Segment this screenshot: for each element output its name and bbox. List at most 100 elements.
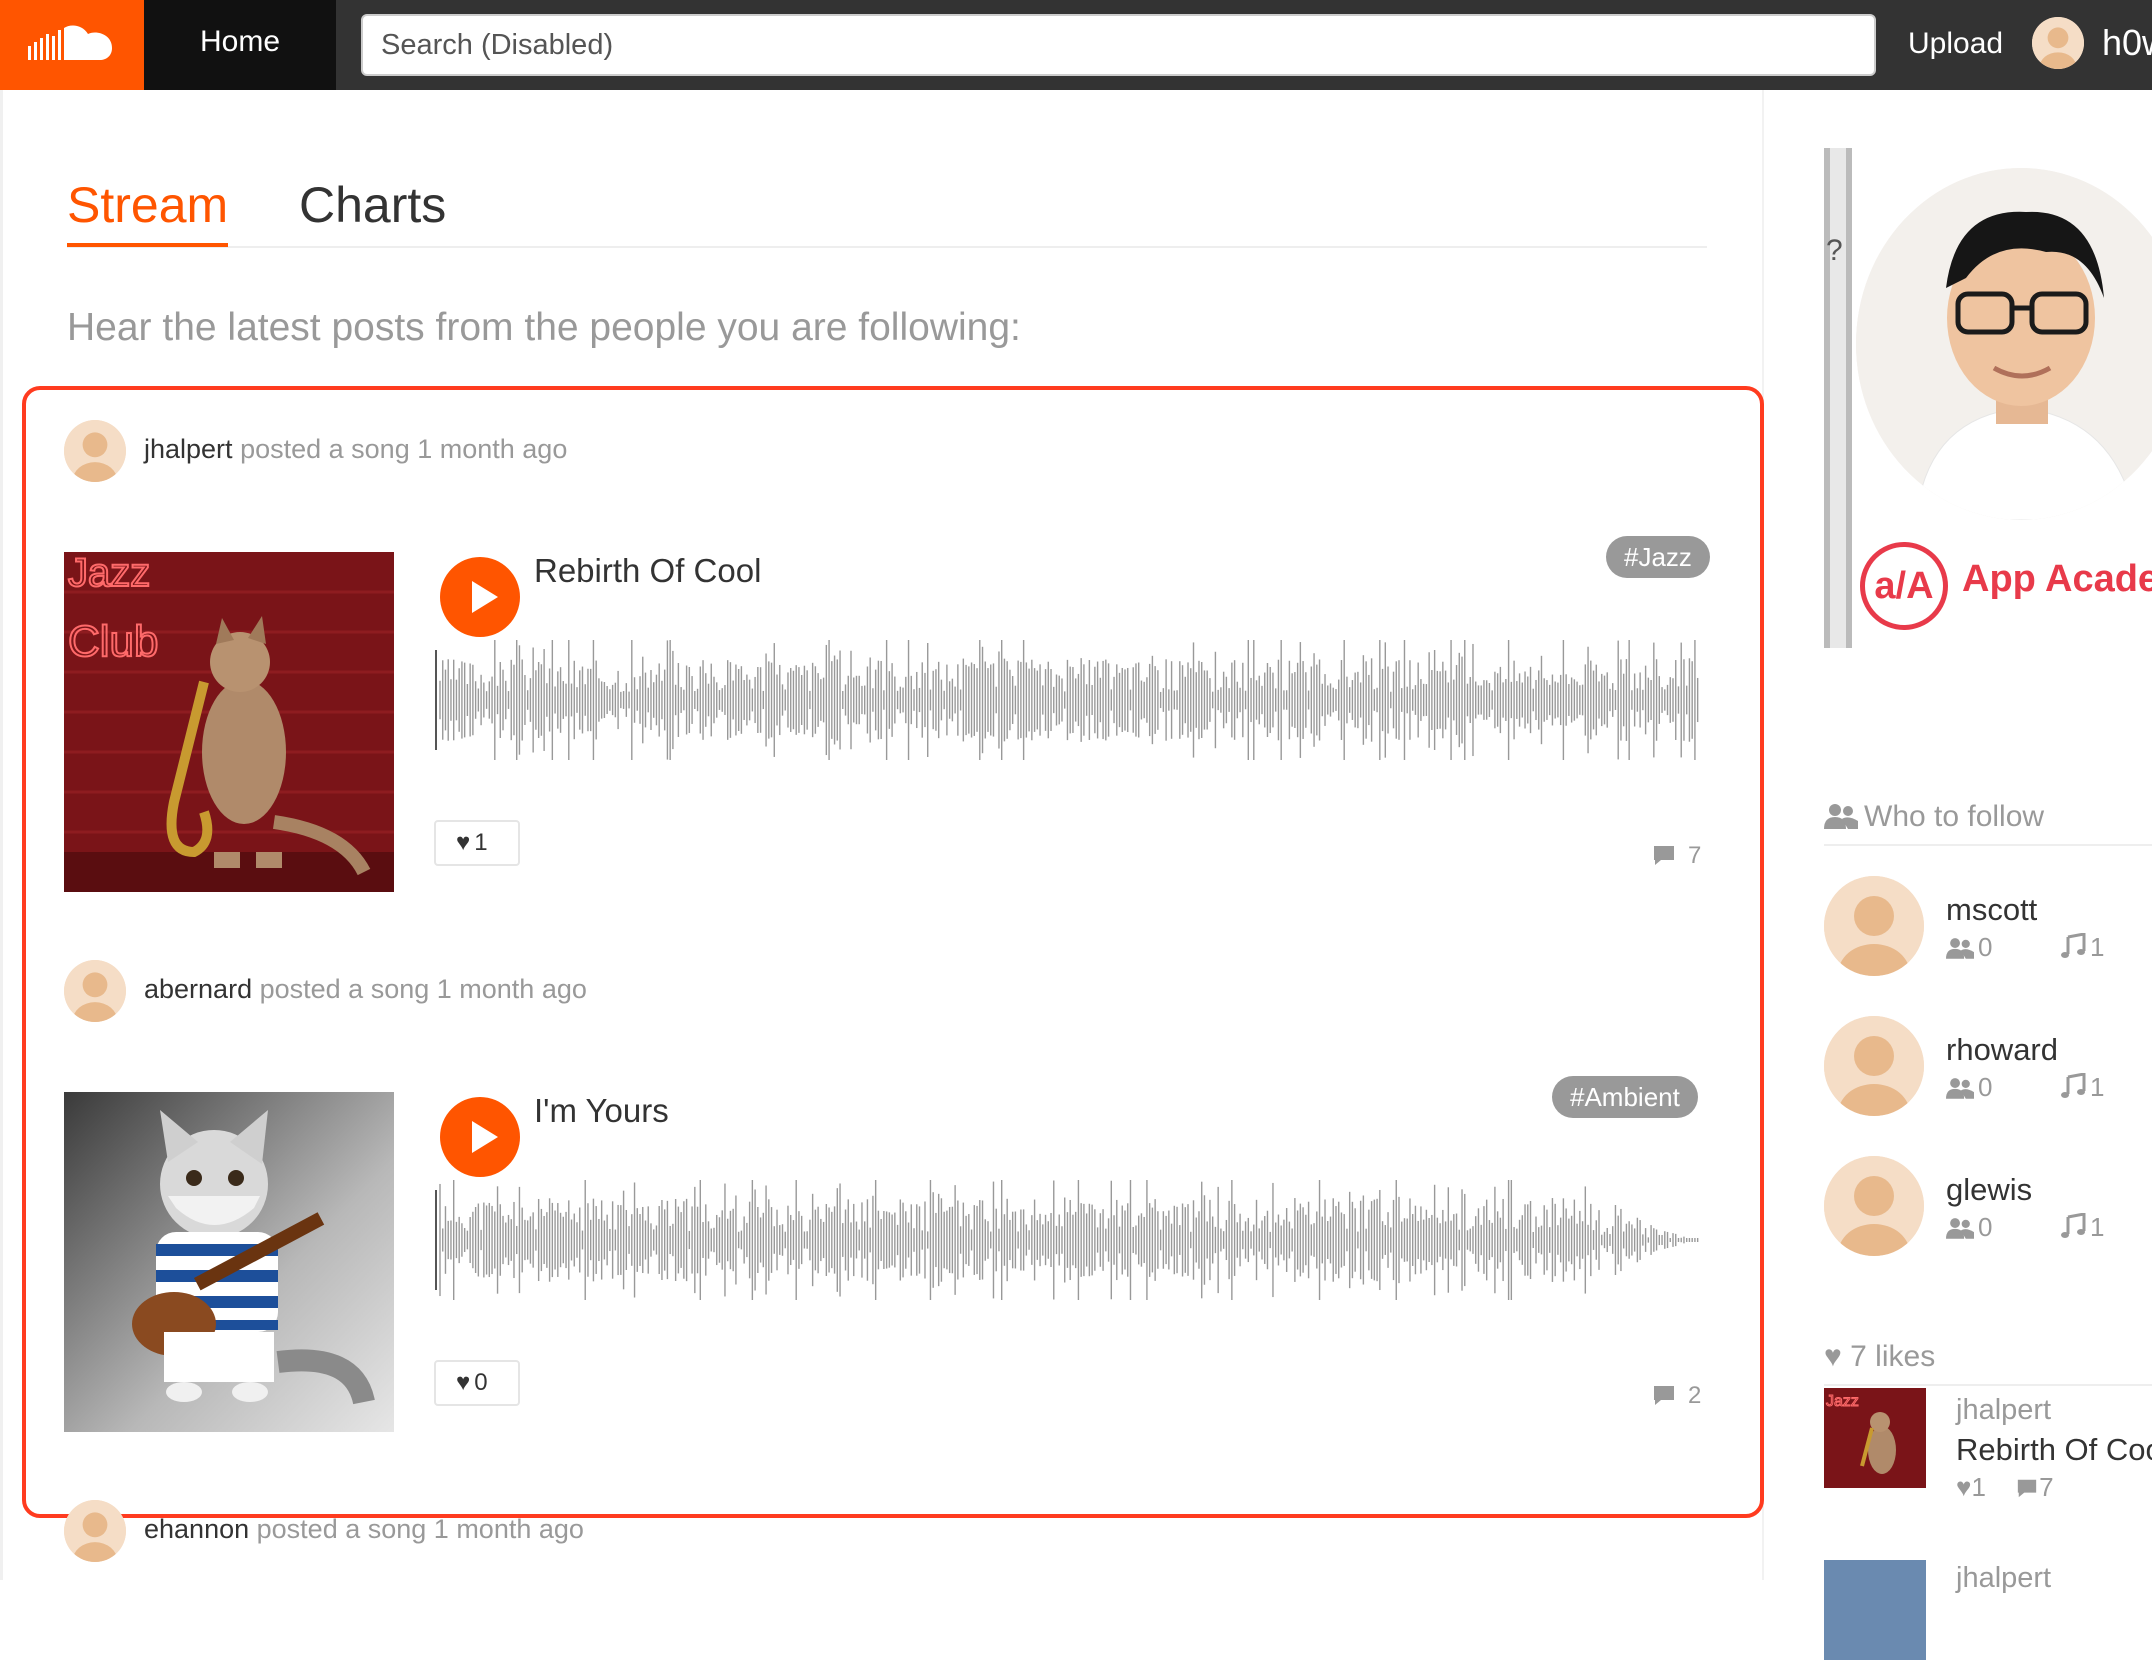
tracks-count: 1 [2060,1212,2104,1243]
heart-icon: ♥ [1956,1472,1972,1502]
liked-track-artwork[interactable] [1824,1560,1926,1660]
comment-count-value: 7 [1688,842,1702,869]
tracks-value: 1 [2090,932,2105,962]
avatar[interactable] [1824,1016,1924,1116]
post-action: posted a song [256,1514,427,1544]
users-icon [1824,804,1858,829]
post-username[interactable]: abernard [144,974,252,1004]
track-artwork-ukulele-cat[interactable] [64,1092,394,1432]
heart-icon: ♥ [1824,1340,1842,1373]
track-title[interactable]: I'm Yours [534,1092,669,1130]
like-count: 1 [474,829,488,856]
app-academy-logo-icon: a/A [1860,542,1948,630]
like-count: 0 [474,1369,488,1396]
post-username[interactable]: ehannon [144,1514,249,1544]
play-button[interactable] [440,557,520,637]
followers-count: 0 [1946,1072,1992,1103]
avatar[interactable] [64,960,126,1022]
liked-track-title[interactable]: Rebirth Of Cool [1956,1432,2152,1468]
liked-track-user[interactable]: jhalpert [1956,1562,2051,1595]
comment-icon [2017,1479,2037,1498]
tab-charts[interactable]: Charts [299,170,446,240]
ad-portrait-image [1856,168,2152,520]
follow-username[interactable]: rhoward [1946,1032,2058,1068]
ad-side-glyph: ? [1826,234,1843,267]
liked-track-likes: 1 [1971,1472,1986,1502]
follow-username[interactable]: glewis [1946,1172,2032,1208]
follow-suggestion[interactable]: rhoward 0 1 [1824,1016,2152,1126]
waveform[interactable] [434,620,1706,780]
followers-value: 0 [1978,1072,1993,1102]
followers-count: 0 [1946,1212,1992,1243]
tracks-value: 1 [2090,1212,2105,1242]
users-icon [1946,1078,1974,1099]
stream-tabs: Stream Charts [67,170,1707,248]
post-byline: jhalpert posted a song 1 month ago [144,434,567,465]
liked-track-comments: 7 [2039,1472,2054,1502]
likes-heading: ♥ 7 likes [1824,1340,2152,1386]
track-artwork-jazz-cat[interactable]: Jazz Club [64,552,394,892]
tracks-count: 1 [2060,1072,2104,1103]
music-note-icon [2061,1212,2086,1238]
likes-label: 7 likes [1850,1340,1936,1373]
soundcloud-logo-icon[interactable] [0,0,144,90]
comment-count[interactable]: 7 [1652,842,1712,870]
tab-stream[interactable]: Stream [67,170,229,247]
follow-suggestion[interactable]: glewis 0 1 [1824,1156,2152,1266]
stream-subheading: Hear the latest posts from the people yo… [67,306,1021,349]
post-action: posted a song [259,974,430,1004]
heart-icon: ♥ [456,1369,471,1396]
upload-link[interactable]: Upload [1908,0,2003,90]
genre-tag[interactable]: #Jazz [1606,536,1710,578]
play-button[interactable] [440,1097,520,1177]
svg-text:Jazz: Jazz [1826,1393,1859,1410]
post-byline: abernard posted a song 1 month ago [144,974,587,1005]
follow-suggestion[interactable]: mscott 0 1 [1824,876,2152,986]
liked-track-stats: ♥1 7 [1956,1472,2054,1503]
who-to-follow-label: Who to follow [1864,800,2045,833]
heart-icon: ♥ [456,829,471,856]
svg-text:Jazz: Jazz [68,552,150,595]
avatar[interactable] [64,1500,126,1562]
music-note-icon [2061,932,2086,958]
comment-icon [1654,1386,1674,1405]
tracks-value: 1 [2090,1072,2105,1102]
post-byline: ehannon posted a song 1 month ago [144,1514,584,1545]
comment-count-value: 2 [1688,1382,1702,1409]
liked-track-user[interactable]: jhalpert [1956,1394,2051,1427]
svg-text:Club: Club [68,617,159,666]
waveform[interactable] [434,1162,1706,1318]
avatar[interactable] [1824,876,1924,976]
post-time: 1 month ago [436,974,587,1004]
ad-carousel-edge [1824,148,1852,648]
home-nav-tab[interactable]: Home [144,0,336,90]
top-nav-bar: Home Search (Disabled) Upload h0w [0,0,2152,90]
ad-brand-name: App Academy [1962,558,2152,600]
liked-track-artwork[interactable]: Jazz [1824,1388,1926,1488]
track-title[interactable]: Rebirth Of Cool [534,552,761,590]
post-time: 1 month ago [433,1514,584,1544]
like-button[interactable]: ♥ 1 [434,820,520,866]
avatar[interactable] [1824,1156,1924,1256]
like-button[interactable]: ♥ 0 [434,1360,520,1406]
users-icon [1946,1218,1974,1239]
followers-count: 0 [1946,932,1992,963]
genre-tag[interactable]: #Ambient [1552,1076,1698,1118]
follow-username[interactable]: mscott [1946,892,2037,928]
post-action: posted a song [240,434,410,464]
avatar[interactable] [64,420,126,482]
music-note-icon [2061,1072,2086,1098]
liked-track[interactable]: Jazz jhalpert Rebirth Of Cool ♥1 7 [1824,1388,2152,1502]
comment-count[interactable]: 2 [1652,1382,1712,1410]
followers-value: 0 [1978,1212,1993,1242]
followers-value: 0 [1978,932,1993,962]
comment-icon [1654,846,1674,865]
search-input[interactable]: Search (Disabled) [361,14,1876,76]
nav-username[interactable]: h0w [2102,0,2152,90]
app-academy-ad[interactable]: ? a/A App Academy [1824,148,2152,648]
who-to-follow-heading: Who to follow [1824,800,2152,846]
tracks-count: 1 [2060,932,2104,963]
liked-track[interactable]: jhalpert [1824,1560,2152,1670]
post-username[interactable]: jhalpert [144,434,233,464]
user-avatar[interactable] [2032,17,2084,69]
